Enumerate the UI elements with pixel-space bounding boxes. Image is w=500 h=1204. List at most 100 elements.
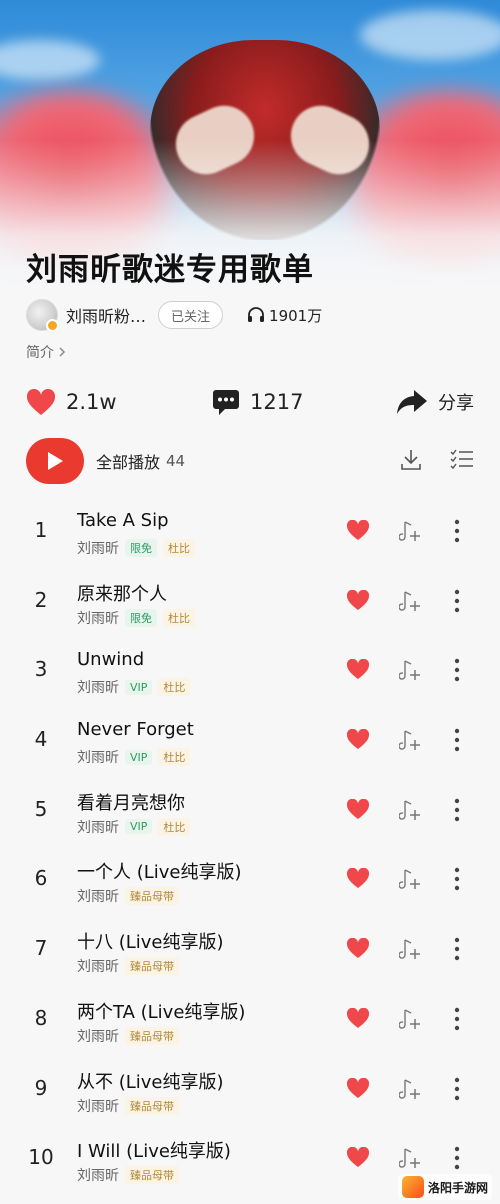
avatar[interactable] xyxy=(26,299,59,332)
owner-name[interactable]: 刘雨昕粉… xyxy=(66,303,146,327)
song-tag: VIP xyxy=(125,679,153,695)
song-list: 1 Take A Sip 刘雨昕 限免 杜比 2 原来那个人 刘雨昕 限免 杜比 3… xyxy=(0,500,500,1197)
song-title: Take A Sip xyxy=(77,510,169,531)
song-row[interactable]: 1 Take A Sip 刘雨昕 限免 杜比 xyxy=(0,500,500,570)
heart-icon[interactable] xyxy=(346,589,370,611)
heart-icon[interactable] xyxy=(346,520,370,541)
more-options-icon[interactable] xyxy=(452,657,462,683)
more-options-icon[interactable] xyxy=(452,797,462,823)
chevron-right-icon xyxy=(59,347,66,357)
song-row[interactable]: 8 两个TA (Live纯享版) 刘雨昕 臻品母带 xyxy=(0,988,500,1058)
song-index: 2 xyxy=(34,587,48,612)
song-artist: 刘雨昕 xyxy=(77,889,119,906)
add-to-next-icon[interactable] xyxy=(399,1077,423,1101)
like-button[interactable]: 2.1w xyxy=(26,380,117,424)
playlist-title: 刘雨昕歌迷专用歌单 xyxy=(26,252,314,288)
song-index: 7 xyxy=(34,936,48,961)
watermark-text: 洛阳手游网 xyxy=(427,1180,488,1195)
play-count: 1901万 xyxy=(247,305,322,326)
song-meta: 刘雨昕 臻品母带 xyxy=(77,1165,179,1185)
song-meta: 刘雨昕 限免 杜比 xyxy=(77,538,195,558)
play-count-value: 1901万 xyxy=(269,306,323,325)
song-row[interactable]: 2 原来那个人 刘雨昕 限免 杜比 xyxy=(0,570,500,640)
add-to-next-icon[interactable] xyxy=(399,867,423,891)
song-meta: 刘雨昕 VIP 杜比 xyxy=(77,817,191,837)
comment-button[interactable]: 1217 xyxy=(212,380,303,424)
intro-label: 简介 xyxy=(26,345,54,361)
add-to-next-icon[interactable] xyxy=(399,937,423,961)
song-tag: 杜比 xyxy=(158,748,191,767)
intro-link[interactable]: 简介 xyxy=(26,342,67,362)
add-to-next-icon[interactable] xyxy=(399,519,423,543)
comment-count: 1217 xyxy=(250,390,304,414)
heart-icon[interactable] xyxy=(346,1147,370,1168)
play-icon xyxy=(48,452,63,470)
song-title: 两个TA (Live纯享版) xyxy=(77,1001,246,1023)
more-options-icon[interactable] xyxy=(452,866,462,892)
song-artist: 刘雨昕 xyxy=(77,610,119,627)
song-row[interactable]: 4 Never Forget 刘雨昕 VIP 杜比 xyxy=(0,709,500,779)
song-artist: 刘雨昕 xyxy=(77,1098,119,1115)
vip-badge-icon xyxy=(46,319,59,332)
more-options-icon[interactable] xyxy=(452,936,462,962)
song-index: 6 xyxy=(34,866,48,891)
add-to-next-icon[interactable] xyxy=(399,658,423,682)
song-index: 1 xyxy=(34,518,48,542)
song-index: 3 xyxy=(34,657,48,682)
add-to-next-icon[interactable] xyxy=(399,1007,423,1031)
heart-icon[interactable] xyxy=(346,798,370,820)
song-index: 8 xyxy=(34,1005,48,1030)
heart-icon[interactable] xyxy=(346,729,370,750)
song-row[interactable]: 3 Unwind 刘雨昕 VIP 杜比 xyxy=(0,639,500,709)
heart-icon[interactable] xyxy=(346,1077,370,1099)
play-all-button[interactable] xyxy=(26,438,84,484)
add-to-next-icon[interactable] xyxy=(399,1146,423,1170)
song-artist: 刘雨昕 xyxy=(77,1168,119,1185)
song-title: 从不 (Live纯享版) xyxy=(77,1071,224,1093)
more-options-icon[interactable] xyxy=(452,1006,462,1032)
song-row[interactable]: 6 一个人 (Live纯享版) 刘雨昕 臻品母带 xyxy=(0,848,500,918)
more-options-icon[interactable] xyxy=(452,518,462,544)
song-tag: 臻品母带 xyxy=(125,957,179,976)
heart-icon[interactable] xyxy=(346,938,370,959)
song-artist: 刘雨昕 xyxy=(77,1028,119,1045)
song-title: 看着月亮想你 xyxy=(77,792,185,814)
song-title: 一个人 (Live纯享版) xyxy=(77,862,242,884)
song-title: I Will (Live纯享版) xyxy=(77,1141,231,1163)
song-tag: 限免 xyxy=(125,539,157,557)
heart-icon xyxy=(26,388,56,415)
share-arrow-icon xyxy=(397,390,427,414)
more-options-icon[interactable] xyxy=(452,1076,462,1102)
song-tag: 杜比 xyxy=(163,608,195,627)
song-artist: 刘雨昕 xyxy=(77,750,119,767)
add-to-next-icon[interactable] xyxy=(399,798,423,822)
more-options-icon[interactable] xyxy=(452,727,462,753)
song-meta: 刘雨昕 限免 杜比 xyxy=(77,608,195,628)
more-options-icon[interactable] xyxy=(452,1145,462,1171)
multi-select-icon[interactable] xyxy=(450,448,474,470)
heart-icon[interactable] xyxy=(346,659,370,680)
song-row[interactable]: 9 从不 (Live纯享版) 刘雨昕 臻品母带 xyxy=(0,1058,500,1128)
heart-icon[interactable] xyxy=(346,1007,370,1029)
song-tag: 杜比 xyxy=(158,817,191,836)
add-to-next-icon[interactable] xyxy=(399,589,423,613)
song-count: 44 xyxy=(166,452,186,470)
play-all-label[interactable]: 全部播放 xyxy=(96,449,160,473)
share-button[interactable]: 分享 xyxy=(396,380,474,424)
watermark: 洛阳手游网 xyxy=(397,1174,492,1200)
more-options-icon[interactable] xyxy=(452,588,462,614)
add-to-next-icon[interactable] xyxy=(399,728,423,752)
action-bar: 2.1w 1217 分享 xyxy=(0,380,500,424)
song-row[interactable]: 5 看着月亮想你 刘雨昕 VIP 杜比 xyxy=(0,779,500,849)
song-title: 原来那个人 xyxy=(77,583,167,605)
song-artist: 刘雨昕 xyxy=(77,959,119,976)
song-tag: 臻品母带 xyxy=(125,1166,179,1185)
download-icon[interactable] xyxy=(400,448,422,472)
follow-button[interactable]: 已关注 xyxy=(158,301,224,329)
song-row[interactable]: 7 十八 (Live纯享版) 刘雨昕 臻品母带 xyxy=(0,918,500,988)
play-all-row: 全部播放 44 xyxy=(26,438,474,484)
song-meta: 刘雨昕 臻品母带 xyxy=(77,956,179,976)
song-index: 4 xyxy=(34,727,48,752)
heart-icon[interactable] xyxy=(346,868,370,889)
song-tag: 臻品母带 xyxy=(125,1026,179,1045)
